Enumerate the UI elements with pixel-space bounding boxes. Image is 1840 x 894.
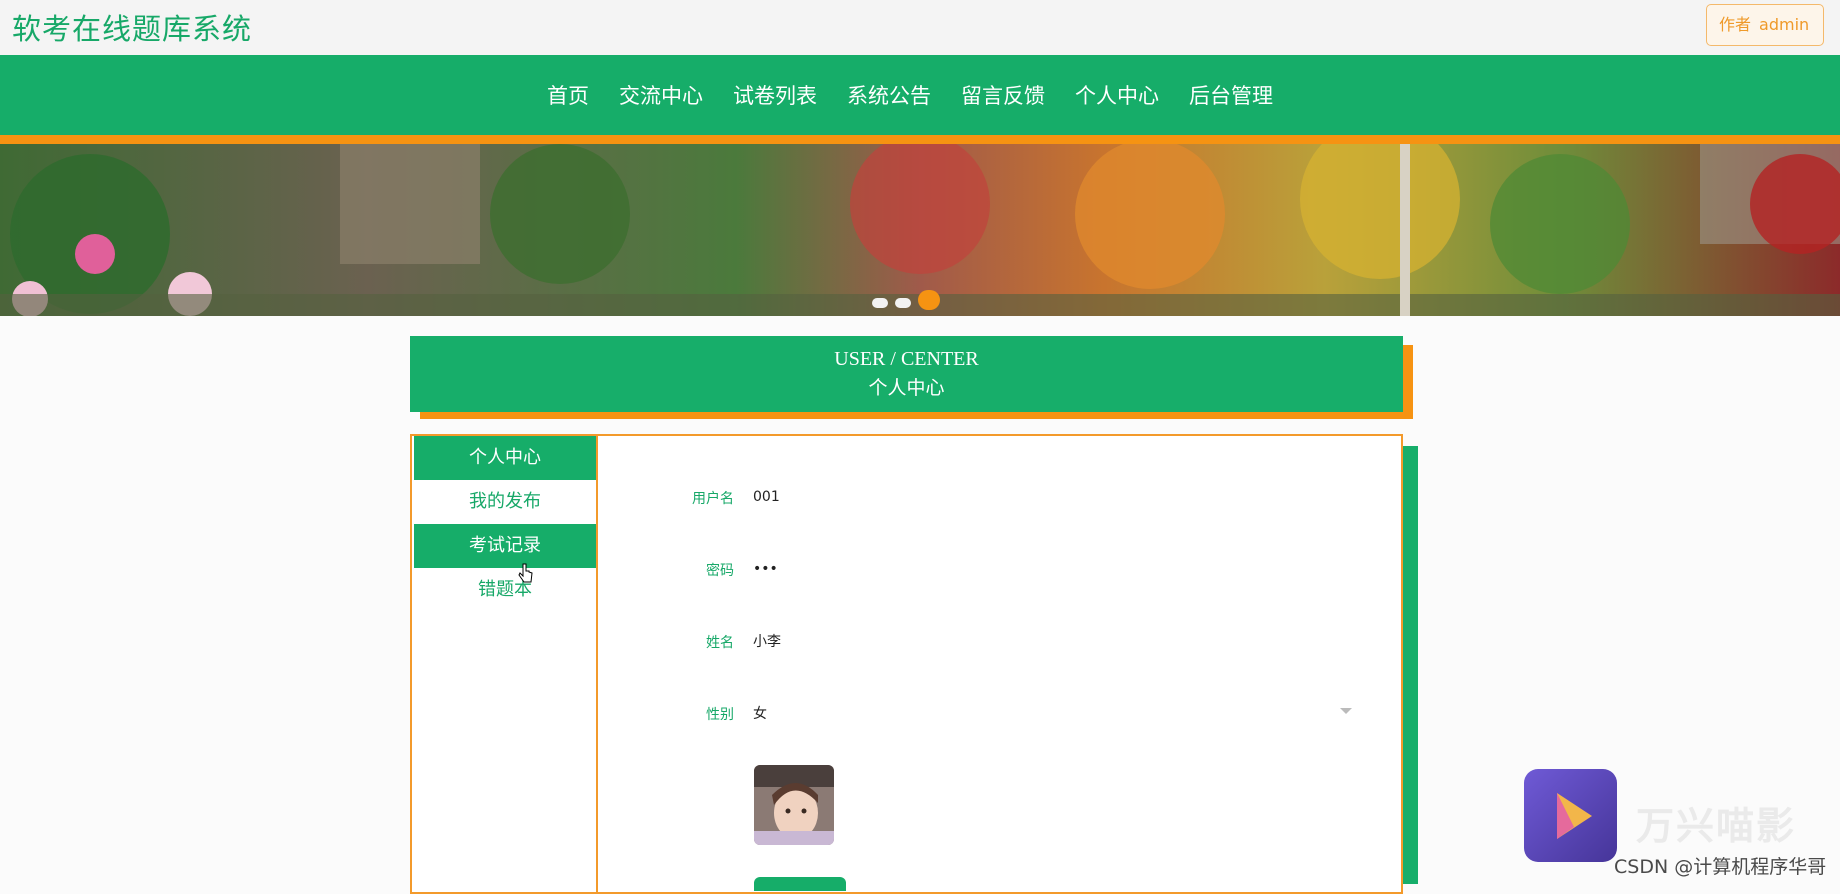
banner-carousel[interactable]: [0, 144, 1840, 316]
carousel-dot-3[interactable]: [918, 290, 940, 310]
nav-underline: [0, 135, 1840, 144]
nav-item-admin[interactable]: 后台管理: [1189, 80, 1273, 110]
site-title: 软考在线题库系统: [12, 12, 253, 46]
top-bar: 软考在线题库系统 作者 admin: [0, 0, 1840, 55]
gender-label: 性别: [706, 707, 734, 723]
avatar[interactable]: [754, 765, 834, 845]
name-input[interactable]: [743, 621, 1343, 661]
author-label: 作者: [1719, 15, 1752, 34]
nav-item-user-center[interactable]: 个人中心: [1075, 80, 1159, 110]
video-editor-watermark: 万兴喵影: [1636, 804, 1797, 848]
name-label: 姓名: [706, 635, 734, 651]
carousel-dot-2[interactable]: [895, 298, 911, 308]
csdn-watermark: CSDN @计算机程序华哥: [1614, 856, 1827, 878]
user-sidebar: 个人中心 我的发布 考试记录 错题本: [412, 436, 598, 892]
password-label: 密码: [706, 563, 734, 579]
sidebar-item-user-center[interactable]: 个人中心: [414, 436, 596, 480]
banner-image: [0, 144, 1840, 316]
username-input[interactable]: [743, 477, 1343, 517]
sidebar-item-wrong-questions[interactable]: 错题本: [414, 568, 596, 612]
password-input[interactable]: [743, 549, 1343, 589]
sidebar-item-my-posts[interactable]: 我的发布: [414, 480, 596, 524]
section-title-cn: 个人中心: [868, 378, 945, 399]
form-row-password: 密码: [598, 549, 1403, 589]
upload-avatar-button[interactable]: [754, 877, 846, 891]
username-label: 用户名: [692, 491, 734, 507]
pointer-cursor-icon: [518, 563, 534, 589]
nav-item-announcements[interactable]: 系统公告: [847, 80, 931, 110]
section-header: USER / CENTER 个人中心: [410, 336, 1403, 412]
author-name[interactable]: admin: [1759, 15, 1809, 34]
gender-select[interactable]: [743, 693, 1343, 733]
form-row-name: 姓名: [598, 621, 1403, 661]
content-shadow: [1402, 446, 1418, 884]
form-row-gender: 性别: [598, 693, 1403, 733]
form-row-username: 用户名: [598, 477, 1403, 517]
nav-item-exam-list[interactable]: 试卷列表: [733, 80, 817, 110]
main-nav: 首页 交流中心 试卷列表 系统公告 留言反馈 个人中心 后台管理: [0, 55, 1840, 135]
sidebar-item-exam-records[interactable]: 考试记录: [414, 524, 596, 568]
nav-item-feedback[interactable]: 留言反馈: [961, 80, 1045, 110]
nav-item-forum[interactable]: 交流中心: [619, 80, 703, 110]
chevron-down-icon[interactable]: [1340, 708, 1352, 714]
carousel-dot-1[interactable]: [872, 298, 888, 308]
author-badge[interactable]: 作者 admin: [1706, 4, 1824, 46]
video-editor-logo-icon: [1524, 769, 1617, 862]
section-title-en: USER / CENTER: [834, 348, 979, 370]
user-center-panel: 个人中心 我的发布 考试记录 错题本 用户名 密码 姓名 性别: [410, 434, 1403, 894]
nav-item-home[interactable]: 首页: [547, 80, 589, 110]
